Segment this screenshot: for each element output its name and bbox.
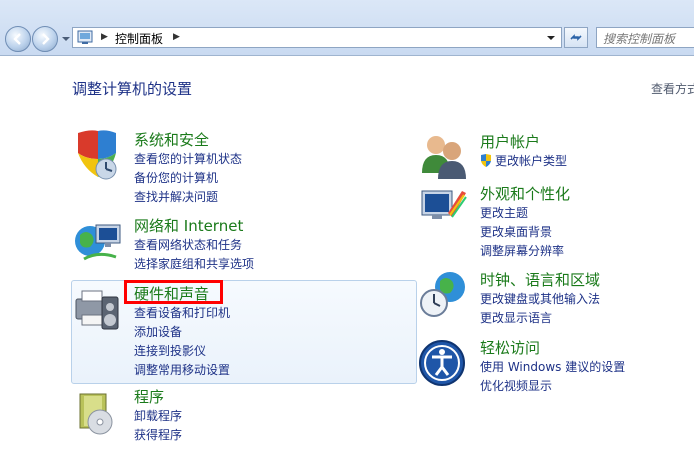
page-title: 调整计算机的设置 — [72, 80, 193, 98]
category-title[interactable]: 系统和安全 — [134, 129, 209, 150]
category-title[interactable]: 用户帐户 — [480, 131, 540, 152]
link-change-theme[interactable]: 更改主题 — [480, 204, 564, 223]
link-mobility-settings[interactable]: 调整常用移动设置 — [134, 361, 230, 380]
link-label[interactable]: 更改帐户类型 — [495, 154, 567, 168]
category-title[interactable]: 轻松访问 — [480, 337, 540, 358]
category-title[interactable]: 程序 — [134, 386, 164, 407]
address-bar[interactable]: ▶ 控制面板 ▶ — [72, 27, 562, 48]
ease-of-access-icon — [419, 340, 465, 386]
link-connect-projector[interactable]: 连接到投影仪 — [134, 342, 230, 361]
printer-speaker-icon — [75, 290, 119, 330]
link-view-computer-status[interactable]: 查看您的计算机状态 — [134, 150, 242, 169]
link-desktop-background[interactable]: 更改桌面背景 — [480, 223, 564, 242]
link-screen-resolution[interactable]: 调整屏幕分辨率 — [480, 242, 564, 261]
link-troubleshoot[interactable]: 查找并解决问题 — [134, 188, 242, 207]
appearance-monitor-icon — [421, 190, 467, 219]
link-keyboard-input[interactable]: 更改键盘或其他输入法 — [480, 290, 600, 309]
category-links: 更改主题 更改桌面背景 调整屏幕分辨率 — [480, 204, 564, 261]
breadcrumb-control-panel[interactable]: 控制面板 — [115, 30, 163, 47]
search-box[interactable]: 搜索控制面板 — [596, 27, 694, 48]
forward-button[interactable] — [32, 26, 58, 52]
refresh-button[interactable] — [564, 27, 588, 48]
link-homegroup-sharing[interactable]: 选择家庭组和共享选项 — [134, 255, 254, 274]
link-get-programs[interactable]: 获得程序 — [134, 426, 182, 445]
category-links: 查看网络状态和任务 选择家庭组和共享选项 — [134, 236, 254, 274]
programs-disc-icon — [79, 393, 113, 435]
user-accounts-icon — [422, 136, 466, 179]
forward-arrow-icon — [42, 33, 50, 45]
category-links: 查看设备和打印机 添加设备 连接到投影仪 调整常用移动设置 — [134, 304, 230, 380]
link-display-language[interactable]: 更改显示语言 — [480, 309, 600, 328]
link-network-status[interactable]: 查看网络状态和任务 — [134, 236, 254, 255]
view-by-label[interactable]: 查看方式 — [651, 80, 694, 97]
link-backup-computer[interactable]: 备份您的计算机 — [134, 169, 242, 188]
category-links: 查看您的计算机状态 备份您的计算机 查找并解决问题 — [134, 150, 242, 207]
category-title[interactable]: 外观和个性化 — [480, 183, 570, 204]
highlight-box — [124, 280, 223, 304]
link-devices-printers[interactable]: 查看设备和打印机 — [134, 304, 230, 323]
category-title[interactable]: 网络和 Internet — [134, 215, 243, 236]
control-panel-window: ▶ 控制面板 ▶ 搜索控制面板 调整计算机的设置 查看方式 系统和安全 查看您的… — [0, 0, 694, 467]
link-recommended-settings[interactable]: 使用 Windows 建议的设置 — [480, 358, 625, 377]
back-button[interactable] — [5, 26, 31, 52]
back-arrow-icon — [13, 33, 21, 45]
link-uninstall-program[interactable]: 卸载程序 — [134, 407, 182, 426]
breadcrumb-separator-icon[interactable]: ▶ — [173, 32, 180, 42]
category-links: 使用 Windows 建议的设置 优化视频显示 — [480, 358, 625, 396]
address-dropdown-icon[interactable] — [545, 31, 557, 44]
link-change-account-type[interactable]: 更改帐户类型 — [480, 152, 567, 171]
navigation-bar: ▶ 控制面板 ▶ 搜索控制面板 — [0, 0, 694, 56]
refresh-icon — [570, 34, 582, 41]
category-links: 更改帐户类型 — [480, 152, 567, 171]
recent-pages-dropdown-icon[interactable] — [61, 34, 71, 44]
link-add-device[interactable]: 添加设备 — [134, 323, 230, 342]
control-panel-icon — [77, 30, 93, 44]
category-links: 更改键盘或其他输入法 更改显示语言 — [480, 290, 600, 328]
link-optimize-display[interactable]: 优化视频显示 — [480, 377, 625, 396]
clock-globe-icon — [420, 272, 465, 317]
category-title[interactable]: 时钟、语言和区域 — [480, 269, 600, 290]
shield-security-icon — [78, 130, 117, 180]
breadcrumb-separator-icon[interactable]: ▶ — [101, 32, 108, 42]
uac-shield-icon — [481, 154, 491, 167]
category-links: 卸载程序 获得程序 — [134, 407, 182, 445]
search-placeholder: 搜索控制面板 — [603, 32, 676, 46]
network-globe-icon — [75, 224, 121, 261]
